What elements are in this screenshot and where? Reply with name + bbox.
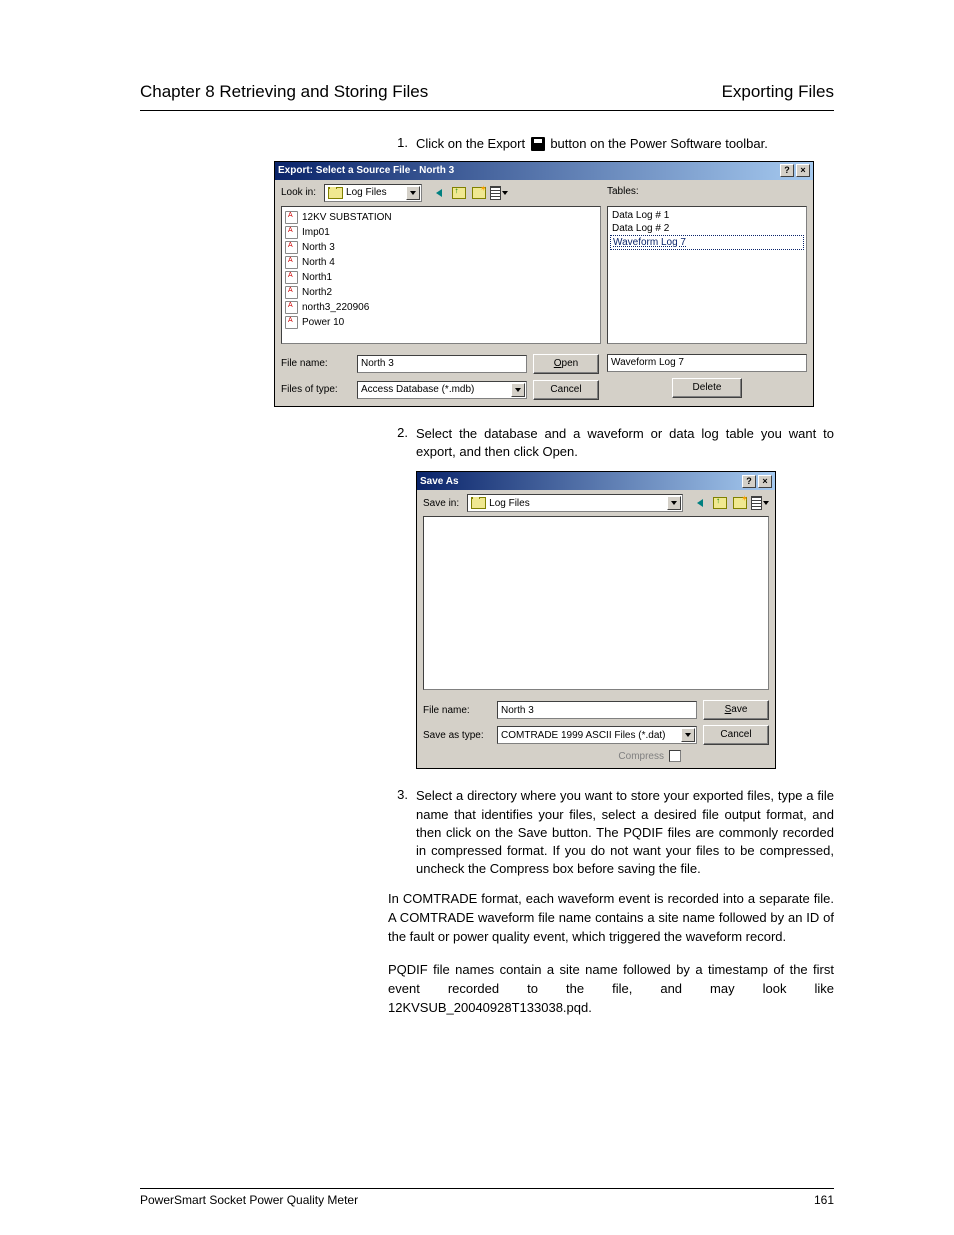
footer-title: PowerSmart Socket Power Quality Meter [140, 1193, 358, 1207]
folder-icon [471, 497, 486, 509]
close-icon[interactable]: × [796, 164, 810, 177]
table-item-selected[interactable]: Waveform Log 7 [610, 235, 804, 250]
page-footer: PowerSmart Socket Power Quality Meter 16… [140, 1188, 834, 1207]
saveastype-combo[interactable]: COMTRADE 1999 ASCII Files (*.dat) [497, 726, 697, 744]
filename-input[interactable]: North 3 [357, 355, 527, 373]
list-item[interactable]: Imp01 [285, 225, 597, 240]
cancel-button[interactable]: Cancel [703, 725, 769, 745]
step-text-b: button on the Power Software toolbar. [547, 136, 768, 151]
list-item[interactable]: 12KV SUBSTATION [285, 210, 597, 225]
body-paragraphs: In COMTRADE format, each waveform event … [388, 890, 834, 1017]
lookin-label: Look in: [281, 187, 316, 198]
filename-label: File name: [423, 705, 487, 716]
step-text: Click on the Export button on the Power … [416, 135, 834, 153]
database-icon [285, 271, 298, 284]
step-number: 1. [388, 135, 408, 153]
database-icon [285, 256, 298, 269]
list-item[interactable]: North 4 [285, 255, 597, 270]
save-button[interactable]: Save [703, 700, 769, 720]
filename-input[interactable]: North 3 [497, 701, 697, 719]
cancel-button[interactable]: Cancel [533, 380, 599, 400]
database-icon [285, 211, 298, 224]
table-item[interactable]: Data Log # 1 [610, 209, 804, 222]
chevron-down-icon[interactable] [667, 496, 681, 510]
chapter-title: Chapter 8 Retrieving and Storing Files [140, 80, 522, 104]
page-header: Chapter 8 Retrieving and Storing Files E… [140, 80, 834, 111]
selected-table-display: Waveform Log 7 [607, 354, 807, 372]
back-icon[interactable] [430, 184, 448, 202]
saveastype-value: COMTRADE 1999 ASCII Files (*.dat) [501, 730, 666, 741]
views-icon[interactable] [751, 494, 769, 512]
savein-label: Save in: [423, 498, 459, 509]
chevron-down-icon[interactable] [681, 728, 695, 742]
step-text: Select a directory where you want to sto… [416, 787, 834, 878]
file-list[interactable] [423, 516, 769, 690]
open-button[interactable]: Open [533, 354, 599, 374]
page-number: 161 [814, 1193, 834, 1207]
list-item[interactable]: north3_220906 [285, 300, 597, 315]
step-text: Select the database and a waveform or da… [416, 425, 834, 461]
step-number: 2. [388, 425, 408, 461]
savein-combo[interactable]: Log Files [467, 494, 683, 512]
filetype-combo[interactable]: Access Database (*.mdb) [357, 381, 527, 399]
list-item[interactable]: Power 10 [285, 315, 597, 330]
views-icon[interactable] [490, 184, 508, 202]
list-item[interactable]: North2 [285, 285, 597, 300]
paragraph: In COMTRADE format, each waveform event … [388, 890, 834, 947]
up-folder-icon[interactable] [711, 494, 729, 512]
step-text-a: Click on the Export [416, 136, 529, 151]
lookin-value: Log Files [346, 187, 387, 198]
list-item[interactable]: North 3 [285, 240, 597, 255]
step-number: 3. [388, 787, 408, 878]
back-icon[interactable] [691, 494, 709, 512]
chevron-down-icon[interactable] [511, 383, 525, 397]
section-title: Exporting Files [722, 80, 834, 104]
help-icon[interactable]: ? [780, 164, 794, 177]
folder-icon [328, 187, 343, 199]
database-icon [285, 301, 298, 314]
compress-label: Compress [618, 751, 664, 762]
compress-checkbox[interactable] [669, 750, 681, 762]
step-2: 2. Select the database and a waveform or… [388, 425, 834, 878]
step-1: 1. Click on the Export button on the Pow… [388, 135, 834, 153]
help-icon[interactable]: ? [742, 475, 756, 488]
saveastype-label: Save as type: [423, 730, 487, 741]
new-folder-icon[interactable] [470, 184, 488, 202]
filename-label: File name: [281, 358, 347, 369]
export-disk-icon [531, 137, 545, 151]
dialog-title: Export: Select a Source File - North 3 [278, 165, 454, 176]
table-item[interactable]: Data Log # 2 [610, 222, 804, 235]
paragraph: PQDIF file names contain a site name fol… [388, 961, 834, 1018]
dialog-titlebar: Save As ? × [417, 472, 775, 490]
file-list[interactable]: 12KV SUBSTATION Imp01 North 3 North 4 No… [281, 206, 601, 344]
database-icon [285, 241, 298, 254]
database-icon [285, 316, 298, 329]
delete-button[interactable]: Delete [672, 378, 742, 398]
database-icon [285, 286, 298, 299]
dialog-titlebar: Export: Select a Source File - North 3 ?… [275, 162, 813, 180]
export-source-dialog: Export: Select a Source File - North 3 ?… [274, 161, 814, 407]
tables-list[interactable]: Data Log # 1 Data Log # 2 Waveform Log 7 [607, 206, 807, 344]
close-icon[interactable]: × [758, 475, 772, 488]
chevron-down-icon[interactable] [406, 186, 420, 200]
dialog-title: Save As [420, 476, 459, 487]
lookin-combo[interactable]: Log Files [324, 184, 421, 202]
up-folder-icon[interactable] [450, 184, 468, 202]
list-item[interactable]: North1 [285, 270, 597, 285]
tables-label: Tables: [607, 186, 807, 197]
document-page: Chapter 8 Retrieving and Storing Files E… [0, 0, 954, 1235]
filetype-label: Files of type: [281, 384, 347, 395]
new-folder-icon[interactable] [731, 494, 749, 512]
savein-value: Log Files [489, 498, 530, 509]
filetype-value: Access Database (*.mdb) [361, 384, 474, 395]
database-icon [285, 226, 298, 239]
save-as-dialog: Save As ? × Save in: Log Files [416, 471, 776, 769]
